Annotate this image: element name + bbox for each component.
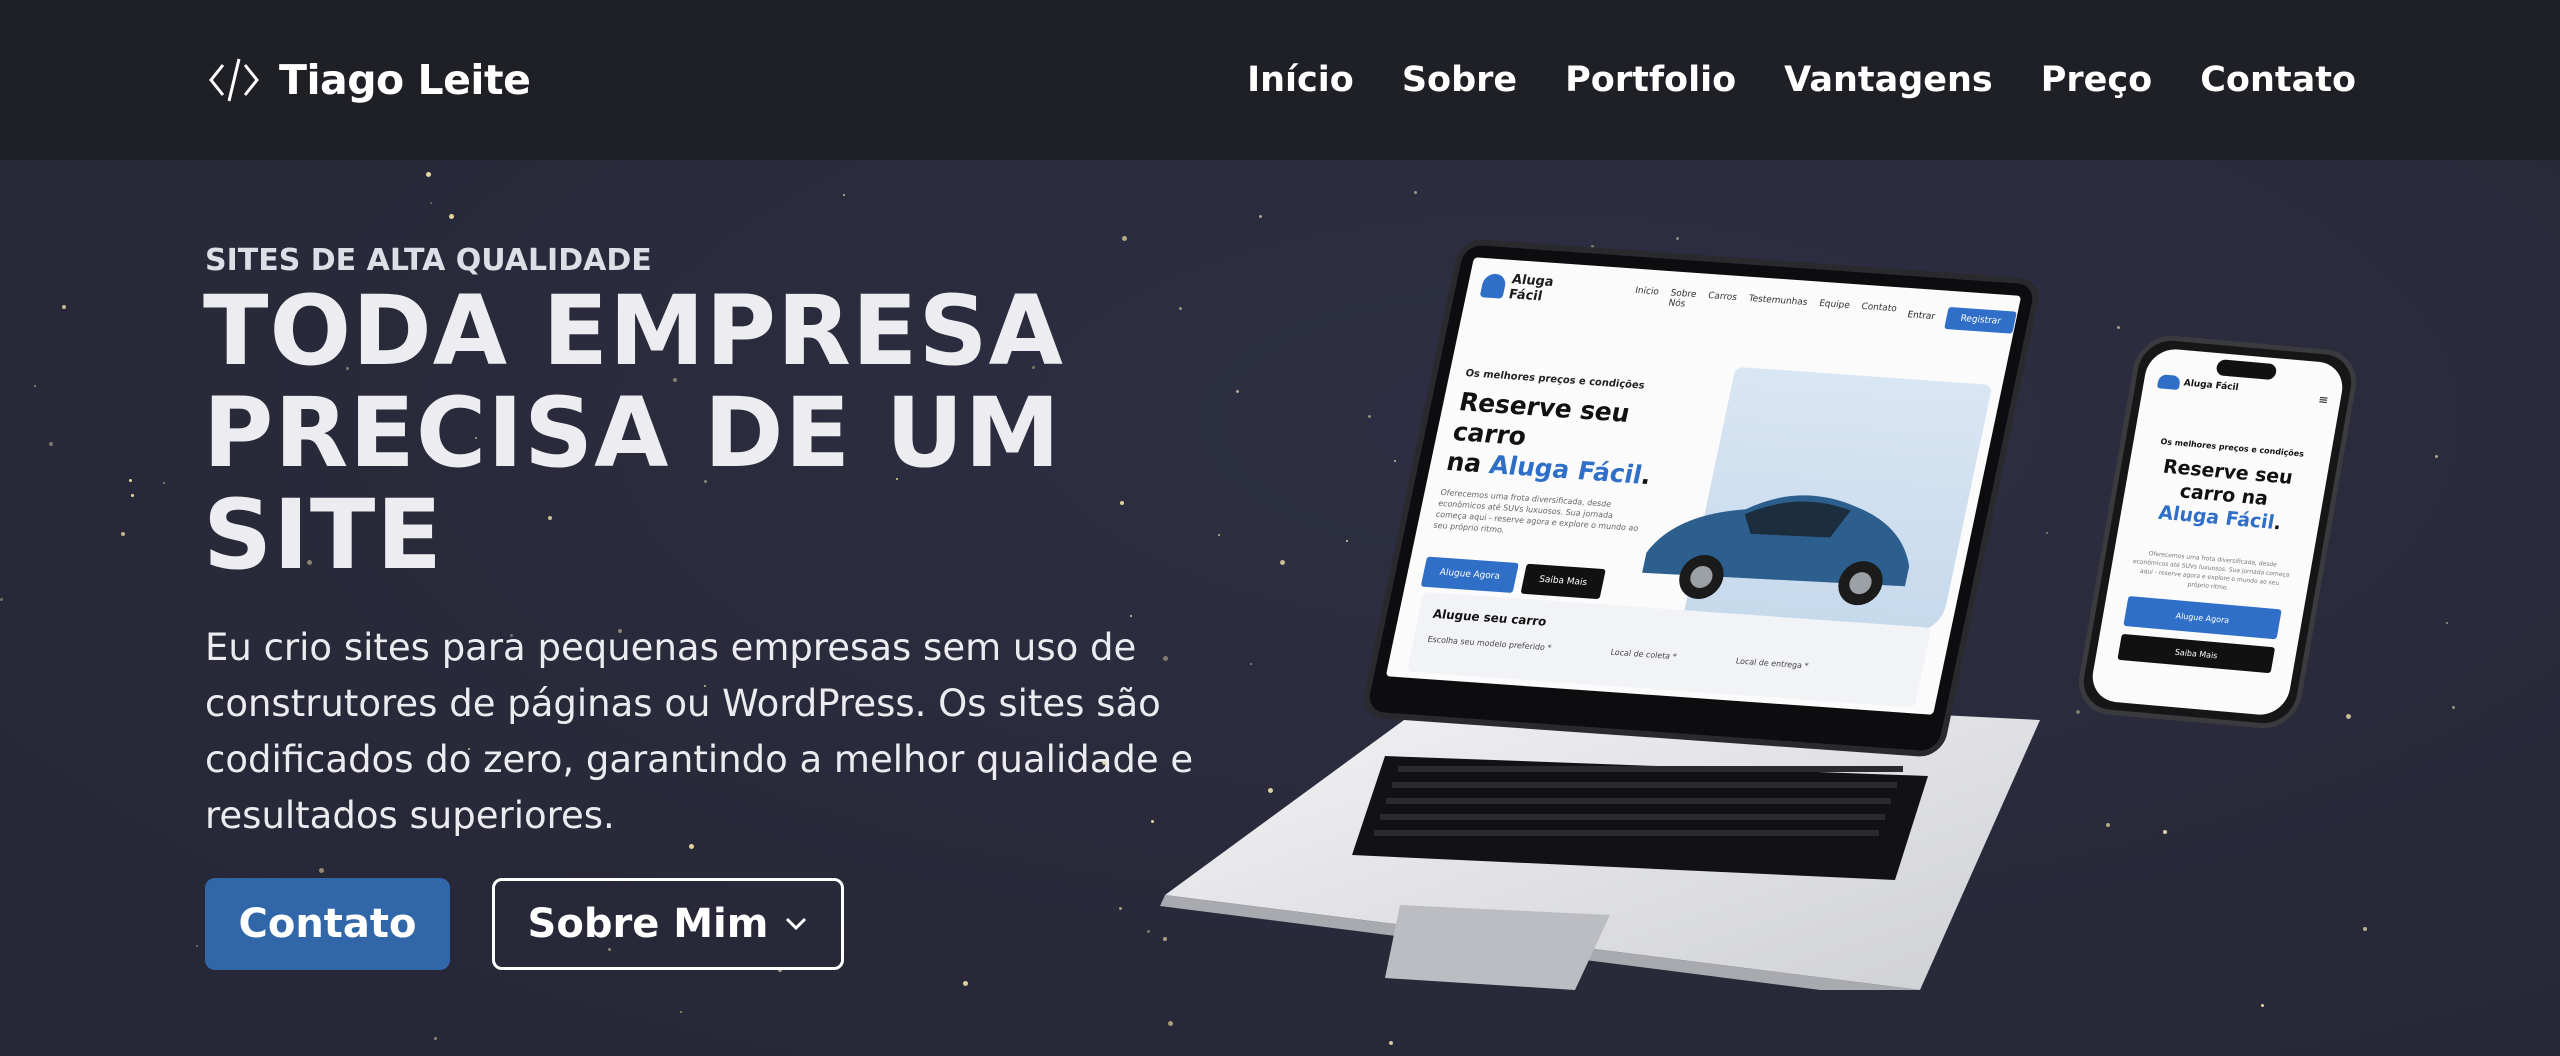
mockup-register: Registrar	[1944, 306, 2017, 334]
contato-button-label: Contato	[238, 901, 417, 947]
top-navbar: Tiago Leite Início Sobre Portfolio Vanta…	[0, 0, 2560, 160]
star-dot	[1414, 191, 1417, 194]
star-dot	[1168, 1021, 1173, 1026]
phone-title: Reserve seu carro na Aluga Fácil.	[2156, 455, 2295, 535]
phone-description: Oferecemos uma frota diversificada, desd…	[2132, 550, 2290, 592]
nav-sobre[interactable]: Sobre	[1402, 60, 1517, 100]
star-dot	[49, 442, 53, 446]
phone-rent-button: Alugue Agora	[2123, 595, 2282, 640]
mockup-rent-button: Alugue Agora	[1420, 556, 1519, 593]
mockup-title-na: na	[1444, 446, 1485, 479]
nav-portfolio[interactable]: Portfolio	[1565, 60, 1736, 100]
star-dot	[426, 172, 431, 177]
phone-brand: Aluga Fácil	[2182, 378, 2240, 394]
chevron-down-icon	[786, 917, 807, 931]
car-logo-icon	[1479, 273, 1508, 299]
nav-contato[interactable]: Contato	[2200, 60, 2356, 100]
star-dot	[1147, 930, 1150, 933]
hero-headline: TODA EMPRESA PRECISA DE UM SITE	[203, 275, 1064, 591]
star-dot	[2446, 622, 2448, 624]
star-dot	[2435, 455, 2438, 458]
mockup-description: Oferecemos uma frota diversificada, desd…	[1432, 487, 1640, 535]
mockup-nav-item: Início	[1634, 285, 1660, 298]
mockup-hero: Os melhores preços e condições Reserve s…	[1420, 368, 1714, 604]
sobre-mim-button[interactable]: Sobre Mim	[492, 878, 844, 970]
mockup-nav-links: Início Sobre Nós Carros Testemunhas Equi…	[1632, 286, 1898, 324]
mockup-nav-item: Sobre Nós	[1667, 288, 1698, 310]
star-dot	[2452, 706, 2455, 709]
brand-logo[interactable]: Tiago Leite	[205, 50, 531, 110]
mockup-form-field: Local de entrega *	[1734, 656, 1810, 671]
mockup-nav-item: Testemunhas	[1747, 293, 1809, 309]
mockup-nav-item: Carros	[1707, 291, 1738, 304]
mockup-form-field: Local de coleta *	[1609, 647, 1678, 662]
star-dot	[163, 482, 165, 484]
hero-eyebrow: SITES DE ALTA QUALIDADE	[205, 243, 652, 278]
star-dot	[2363, 927, 2367, 931]
star-dot	[680, 1011, 682, 1013]
star-dot	[689, 844, 694, 849]
star-dot	[129, 479, 132, 482]
nav-inicio[interactable]: Início	[1247, 60, 1354, 100]
mockup-nav-item: Contato	[1860, 301, 1898, 315]
star-dot	[131, 494, 134, 497]
star-dot	[449, 214, 454, 219]
star-dot	[434, 1037, 437, 1040]
mockup-brand: Aluga Fácil	[1507, 272, 1555, 305]
star-dot	[121, 532, 125, 536]
brand-name: Tiago Leite	[279, 56, 531, 104]
mockup-logo: Aluga Fácil	[1479, 270, 1566, 306]
laptop-screen: Aluga Fácil Início Sobre Nós Carros Test…	[1359, 238, 2043, 758]
star-dot	[1259, 215, 1262, 218]
hero-lead: Eu crio sites para pequenas empresas sem…	[205, 626, 1194, 837]
star-dot	[0, 598, 3, 601]
nav-vantagens[interactable]: Vantagens	[1784, 60, 1993, 100]
phone-logo: Aluga Fácil	[2156, 374, 2240, 395]
star-dot	[1120, 501, 1124, 505]
star-dot	[34, 385, 36, 387]
mockup-form-field: Escolha seu modelo preferido *	[1426, 634, 1553, 653]
mockup-title: Reserve seu carro na Aluga Fácil.	[1444, 387, 1655, 491]
mockup-navbar: Aluga Fácil Início Sobre Nós Carros Test…	[1463, 257, 2022, 350]
star-dot	[1119, 907, 1122, 910]
car-logo-icon	[2156, 374, 2182, 390]
phone-notch	[2214, 359, 2277, 381]
devices-mockup: Aluga Fácil Início Sobre Nós Carros Test…	[1160, 230, 2362, 990]
sobre-mim-button-label: Sobre Mim	[527, 901, 769, 947]
code-brackets-icon	[209, 58, 259, 102]
star-dot	[1122, 236, 1127, 241]
phone-mockup: Aluga Fácil ≡ Os melhores preços e condi…	[2073, 332, 2362, 732]
star-dot	[2261, 1004, 2264, 1007]
main-nav: Início Sobre Portfolio Vantagens Preço C…	[1247, 50, 2356, 110]
mockup-title-line1: Reserve seu carro	[1450, 387, 1633, 451]
phone-more-button: Saiba Mais	[2117, 633, 2276, 674]
star-dot	[319, 868, 324, 873]
mockup-nav-item: Equipe	[1818, 298, 1851, 311]
mockup-login: Entrar	[1906, 310, 1936, 323]
star-dot	[62, 305, 66, 309]
star-dot	[1389, 1041, 1393, 1045]
mockup-title-brand: Aluga Fácil	[1486, 449, 1645, 490]
contato-button[interactable]: Contato	[205, 878, 450, 970]
mockup-more-button: Saiba Mais	[1520, 563, 1606, 600]
landing-page: Tiago Leite Início Sobre Portfolio Vanta…	[0, 0, 2560, 1056]
star-dot	[843, 194, 845, 196]
phone-screen: Aluga Fácil ≡ Os melhores preços e condi…	[2088, 347, 2347, 717]
mockup-website: Aluga Fácil Início Sobre Nós Carros Test…	[1385, 257, 2022, 715]
nav-preco[interactable]: Preço	[2041, 60, 2152, 100]
hamburger-menu-icon: ≡	[2317, 392, 2330, 408]
star-dot	[430, 202, 432, 204]
star-dot	[1130, 615, 1132, 617]
star-dot	[196, 945, 198, 947]
star-dot	[963, 981, 968, 986]
